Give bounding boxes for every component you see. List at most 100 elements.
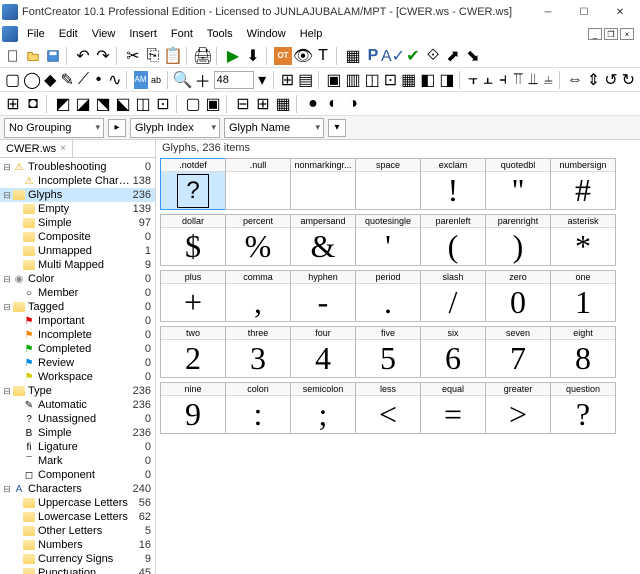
- glyph-quotedbl[interactable]: quotedbl": [485, 158, 551, 210]
- kerning-icon[interactable]: ab: [150, 71, 163, 89]
- glyph-plus[interactable]: plus+: [160, 270, 226, 322]
- flip-v-icon[interactable]: ⇕: [586, 71, 601, 89]
- menu-view[interactable]: View: [85, 26, 123, 42]
- save-icon[interactable]: [44, 47, 62, 65]
- glyph-numbersign[interactable]: numbersign#: [550, 158, 616, 210]
- transform-icon[interactable]: ⟐: [424, 47, 442, 65]
- tree-workspace[interactable]: ⚑Workspace0: [0, 370, 155, 384]
- table-icon[interactable]: ▦: [344, 47, 362, 65]
- glyph-asterisk[interactable]: asterisk*: [550, 214, 616, 266]
- glyph-period[interactable]: period.: [355, 270, 421, 322]
- g13-icon[interactable]: ●: [304, 95, 322, 113]
- rect-icon[interactable]: ▢: [4, 71, 21, 89]
- test-icon[interactable]: T: [314, 47, 332, 65]
- measure-icon[interactable]: ⟋: [77, 71, 90, 89]
- tree-empty[interactable]: Empty139: [0, 202, 155, 216]
- align-r-icon[interactable]: ⫞: [497, 71, 510, 89]
- grouping-combo[interactable]: No Grouping: [4, 118, 104, 138]
- glyph-greater[interactable]: greater>: [485, 382, 551, 434]
- g8-icon[interactable]: ▢: [184, 95, 202, 113]
- glyph-parenleft[interactable]: parenleft(: [420, 214, 486, 266]
- glyph-ampersand[interactable]: ampersand&: [290, 214, 356, 266]
- glyph-grid[interactable]: .notdef?.nullnonmarkingr...spaceexclam!q…: [156, 158, 640, 574]
- zoom-icon[interactable]: 🔍: [174, 71, 192, 89]
- ellipse-icon[interactable]: ◯: [23, 71, 41, 89]
- tool-d-icon[interactable]: ⊡: [383, 71, 398, 89]
- knife-icon[interactable]: ✎: [59, 71, 74, 89]
- char-icon[interactable]: P: [364, 47, 382, 65]
- glyph-slash[interactable]: slash/: [420, 270, 486, 322]
- check-icon[interactable]: ✔: [404, 47, 422, 65]
- copy-icon[interactable]: ⎘: [144, 47, 162, 65]
- tree-composite[interactable]: Composite0: [0, 230, 155, 244]
- tree-unmapped[interactable]: Unmapped1: [0, 244, 155, 258]
- menu-file[interactable]: File: [20, 26, 52, 42]
- rotate-l-icon[interactable]: ↺: [603, 71, 618, 89]
- tree-type[interactable]: ⊟Type236: [0, 384, 155, 398]
- preview-icon[interactable]: 👁: [294, 47, 312, 65]
- align-m-icon[interactable]: ⫫: [527, 71, 540, 89]
- tree-incomplete-characters[interactable]: ⚠Incomplete Characters138: [0, 174, 155, 188]
- tree-glyphs[interactable]: ⊟Glyphs236: [0, 188, 155, 202]
- g4-icon[interactable]: ⬔: [94, 95, 112, 113]
- tool-a-icon[interactable]: ▣: [325, 71, 342, 89]
- glyph-zero[interactable]: zero0: [485, 270, 551, 322]
- undo-icon[interactable]: ↶: [74, 47, 92, 65]
- export-icon[interactable]: ⬈: [444, 47, 462, 65]
- g7-icon[interactable]: ⊡: [154, 95, 172, 113]
- point-icon[interactable]: •: [92, 71, 105, 89]
- mdi-minimize[interactable]: _: [588, 28, 602, 40]
- glyph-nine[interactable]: nine9: [160, 382, 226, 434]
- guides-icon[interactable]: ▤: [297, 71, 314, 89]
- g14-icon[interactable]: ◐: [324, 95, 342, 113]
- tree-important[interactable]: ⚑Important0: [0, 314, 155, 328]
- tool-c-icon[interactable]: ◫: [364, 71, 381, 89]
- zoomin-icon[interactable]: ＋: [194, 71, 212, 89]
- glyph-seven[interactable]: seven7: [485, 326, 551, 378]
- paste-icon[interactable]: 📋: [164, 47, 182, 65]
- freehand-icon[interactable]: ∿: [107, 71, 122, 89]
- redo-icon[interactable]: ↷: [94, 47, 112, 65]
- tree-troubleshooting[interactable]: ⊟⚠Troubleshooting0: [0, 160, 155, 174]
- glyph-less[interactable]: less<: [355, 382, 421, 434]
- tree-color[interactable]: ⊟◉Color0: [0, 272, 155, 286]
- g6-icon[interactable]: ◫: [134, 95, 152, 113]
- open-icon[interactable]: [24, 47, 42, 65]
- menu-font[interactable]: Font: [164, 26, 200, 42]
- glyph-exclam[interactable]: exclam!: [420, 158, 486, 210]
- tree-lowercase-letters[interactable]: Lowercase Letters62: [0, 510, 155, 524]
- grouping-btn[interactable]: ▸: [108, 119, 126, 137]
- tool-g-icon[interactable]: ◨: [438, 71, 455, 89]
- rotate-r-icon[interactable]: ↻: [621, 71, 636, 89]
- glyph-space[interactable]: space: [355, 158, 421, 210]
- zoom-dropdown[interactable]: ▾: [256, 71, 269, 89]
- align-t-icon[interactable]: ⫪: [512, 71, 525, 89]
- menu-tools[interactable]: Tools: [200, 26, 240, 42]
- caption-btn[interactable]: ▾: [328, 119, 346, 137]
- tree-currency-signs[interactable]: Currency Signs9: [0, 552, 155, 566]
- glyph-percent[interactable]: percent%: [225, 214, 291, 266]
- glyph-.null[interactable]: .null: [225, 158, 291, 210]
- install-icon[interactable]: ⬇: [244, 47, 262, 65]
- tab-close-icon[interactable]: ×: [60, 143, 66, 154]
- caption-combo[interactable]: Glyph Name: [224, 118, 324, 138]
- contour-icon[interactable]: ◆: [43, 71, 57, 89]
- glyph-equal[interactable]: equal=: [420, 382, 486, 434]
- tree-characters[interactable]: ⊟ACharacters240: [0, 482, 155, 496]
- glyph-semicolon[interactable]: semicolon;: [290, 382, 356, 434]
- grid-icon[interactable]: ⊞: [280, 71, 295, 89]
- glyph-three[interactable]: three3: [225, 326, 291, 378]
- glyph-eight[interactable]: eight8: [550, 326, 616, 378]
- glyph-two[interactable]: two2: [160, 326, 226, 378]
- tree-component[interactable]: ◻Component0: [0, 468, 155, 482]
- category-tree[interactable]: ⊟⚠Troubleshooting0⚠Incomplete Characters…: [0, 158, 155, 574]
- glyph-quotesingle[interactable]: quotesingle': [355, 214, 421, 266]
- mdi-restore[interactable]: ❐: [604, 28, 618, 40]
- tree-incomplete[interactable]: ⚑Incomplete0: [0, 328, 155, 342]
- glyph-comma[interactable]: comma,: [225, 270, 291, 322]
- g11-icon[interactable]: ⊞: [254, 95, 272, 113]
- g2-icon[interactable]: ◩: [54, 95, 72, 113]
- align-c-icon[interactable]: ⫠: [482, 71, 495, 89]
- menu-help[interactable]: Help: [293, 26, 330, 42]
- glyph-one[interactable]: one1: [550, 270, 616, 322]
